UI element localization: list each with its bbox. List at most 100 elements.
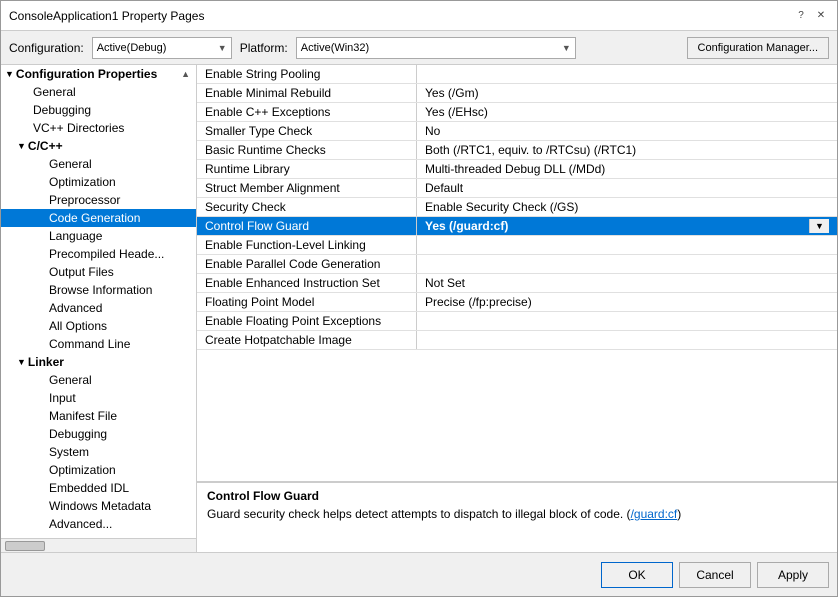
prop-value: Yes (/Gm)	[417, 84, 837, 102]
prop-value: Both (/RTC1, equiv. to /RTCsu) (/RTC1)	[417, 141, 837, 159]
sidebar-item-cpp-precompiled[interactable]: Precompiled Heade...	[1, 245, 196, 263]
sidebar-item-lnk-general[interactable]: General	[1, 371, 196, 389]
prop-name: Floating Point Model	[197, 293, 417, 311]
sidebar: ▼ Configuration Properties ▲ General Deb…	[1, 65, 197, 552]
table-row[interactable]: Floating Point ModelPrecise (/fp:precise…	[197, 293, 837, 312]
sidebar-item-lnk-optimization[interactable]: Optimization	[1, 461, 196, 479]
description-link[interactable]: /guard:cf	[631, 507, 678, 521]
prop-name: Security Check	[197, 198, 417, 216]
table-row[interactable]: Enable Parallel Code Generation	[197, 255, 837, 274]
hscroll-thumb[interactable]	[5, 541, 45, 551]
sidebar-item-lnk-system[interactable]: System	[1, 443, 196, 461]
prop-value	[417, 255, 837, 273]
ok-button[interactable]: OK	[601, 562, 673, 588]
prop-name: Control Flow Guard	[197, 217, 417, 235]
prop-name: Struct Member Alignment	[197, 179, 417, 197]
sidebar-item-debugging[interactable]: Debugging	[1, 101, 196, 119]
prop-value: Precise (/fp:precise)	[417, 293, 837, 311]
scrollbar-button: ▲	[181, 69, 192, 79]
main-window: ConsoleApplication1 Property Pages ? ✕ C…	[0, 0, 838, 597]
prop-name: Enable Enhanced Instruction Set	[197, 274, 417, 292]
title-bar: ConsoleApplication1 Property Pages ? ✕	[1, 1, 837, 31]
table-row[interactable]: Runtime LibraryMulti-threaded Debug DLL …	[197, 160, 837, 179]
sidebar-horizontal-scrollbar[interactable]	[1, 538, 196, 552]
prop-value: Not Set	[417, 274, 837, 292]
sidebar-item-cpp-language[interactable]: Language	[1, 227, 196, 245]
sidebar-item-cpp[interactable]: ▼ C/C++	[1, 137, 196, 155]
sidebar-item-cpp-output[interactable]: Output Files	[1, 263, 196, 281]
sidebar-item-cpp-general[interactable]: General	[1, 155, 196, 173]
sidebar-item-cpp-optimization[interactable]: Optimization	[1, 173, 196, 191]
title-bar-controls: ? ✕	[793, 8, 829, 24]
prop-name: Enable Parallel Code Generation	[197, 255, 417, 273]
sidebar-item-lnk-input[interactable]: Input	[1, 389, 196, 407]
sidebar-item-lnk-advanced[interactable]: Advanced...	[1, 515, 196, 533]
prop-name: Basic Runtime Checks	[197, 141, 417, 159]
prop-value: No	[417, 122, 837, 140]
sidebar-item-cpp-advanced[interactable]: Advanced	[1, 299, 196, 317]
close-button[interactable]: ✕	[813, 8, 829, 24]
prop-name: Smaller Type Check	[197, 122, 417, 140]
sidebar-tree: ▼ Configuration Properties ▲ General Deb…	[1, 65, 196, 538]
prop-value: Yes (/EHsc)	[417, 103, 837, 121]
cancel-button[interactable]: Cancel	[679, 562, 751, 588]
description-text-before: Guard security check helps detect attemp…	[207, 507, 631, 521]
table-row[interactable]: Enable Floating Point Exceptions	[197, 312, 837, 331]
prop-name: Enable Floating Point Exceptions	[197, 312, 417, 330]
table-row[interactable]: Enable C++ ExceptionsYes (/EHsc)	[197, 103, 837, 122]
window-title: ConsoleApplication1 Property Pages	[9, 9, 204, 23]
configuration-dropdown-arrow: ▼	[218, 43, 227, 53]
description-panel: Control Flow Guard Guard security check …	[197, 482, 837, 552]
description-text: Guard security check helps detect attemp…	[207, 507, 827, 521]
help-button[interactable]: ?	[793, 8, 809, 24]
sidebar-item-general[interactable]: General	[1, 83, 196, 101]
prop-name: Runtime Library	[197, 160, 417, 178]
sidebar-item-lnk-manifest[interactable]: Manifest File	[1, 407, 196, 425]
sidebar-item-lnk-embedded[interactable]: Embedded IDL	[1, 479, 196, 497]
prop-value	[417, 331, 837, 349]
properties-panel: Enable String PoolingEnable Minimal Rebu…	[197, 65, 837, 552]
sidebar-item-vc-dirs[interactable]: VC++ Directories	[1, 119, 196, 137]
table-row[interactable]: Enable Enhanced Instruction SetNot Set	[197, 274, 837, 293]
prop-name: Create Hotpatchable Image	[197, 331, 417, 349]
table-row[interactable]: Smaller Type CheckNo	[197, 122, 837, 141]
table-row[interactable]: Enable String Pooling	[197, 65, 837, 84]
sidebar-cpp-label: C/C++	[28, 139, 63, 153]
table-row[interactable]: Create Hotpatchable Image	[197, 331, 837, 350]
sidebar-item-cpp-cmdline[interactable]: Command Line	[1, 335, 196, 353]
configuration-select[interactable]: Active(Debug) ▼	[92, 37, 232, 59]
sidebar-item-linker[interactable]: ▼ Linker	[1, 353, 196, 371]
prop-name: Enable Function-Level Linking	[197, 236, 417, 254]
prop-dropdown-arrow[interactable]: ▼	[809, 219, 829, 233]
platform-select[interactable]: Active(Win32) ▼	[296, 37, 576, 59]
prop-value	[417, 236, 837, 254]
configuration-manager-button[interactable]: Configuration Manager...	[687, 37, 829, 59]
description-text-after: )	[677, 507, 681, 521]
prop-value: Yes (/guard:cf)▼	[417, 217, 837, 235]
apply-button[interactable]: Apply	[757, 562, 829, 588]
prop-value: Multi-threaded Debug DLL (/MDd)	[417, 160, 837, 178]
prop-name: Enable Minimal Rebuild	[197, 84, 417, 102]
configuration-label: Configuration:	[9, 41, 84, 55]
table-row[interactable]: Struct Member AlignmentDefault	[197, 179, 837, 198]
table-row[interactable]: Enable Minimal RebuildYes (/Gm)	[197, 84, 837, 103]
props-table: Enable String PoolingEnable Minimal Rebu…	[197, 65, 837, 482]
table-row[interactable]: Control Flow GuardYes (/guard:cf)▼	[197, 217, 837, 236]
sidebar-linker-label: Linker	[28, 355, 64, 369]
platform-value: Active(Win32)	[301, 42, 369, 54]
main-content: ▼ Configuration Properties ▲ General Deb…	[1, 65, 837, 552]
platform-label: Platform:	[240, 41, 288, 55]
table-row[interactable]: Basic Runtime ChecksBoth (/RTC1, equiv. …	[197, 141, 837, 160]
sidebar-item-cpp-allopts[interactable]: All Options	[1, 317, 196, 335]
sidebar-item-lnk-winmeta[interactable]: Windows Metadata	[1, 497, 196, 515]
platform-dropdown-arrow: ▼	[562, 43, 571, 53]
table-row[interactable]: Security CheckEnable Security Check (/GS…	[197, 198, 837, 217]
sidebar-item-config-props[interactable]: ▼ Configuration Properties ▲	[1, 65, 196, 83]
sidebar-item-cpp-preprocessor[interactable]: Preprocessor	[1, 191, 196, 209]
sidebar-item-cpp-browse[interactable]: Browse Information	[1, 281, 196, 299]
table-row[interactable]: Enable Function-Level Linking	[197, 236, 837, 255]
prop-value: Default	[417, 179, 837, 197]
prop-name: Enable C++ Exceptions	[197, 103, 417, 121]
sidebar-item-lnk-debugging[interactable]: Debugging	[1, 425, 196, 443]
sidebar-item-cpp-codegen[interactable]: Code Generation	[1, 209, 196, 227]
